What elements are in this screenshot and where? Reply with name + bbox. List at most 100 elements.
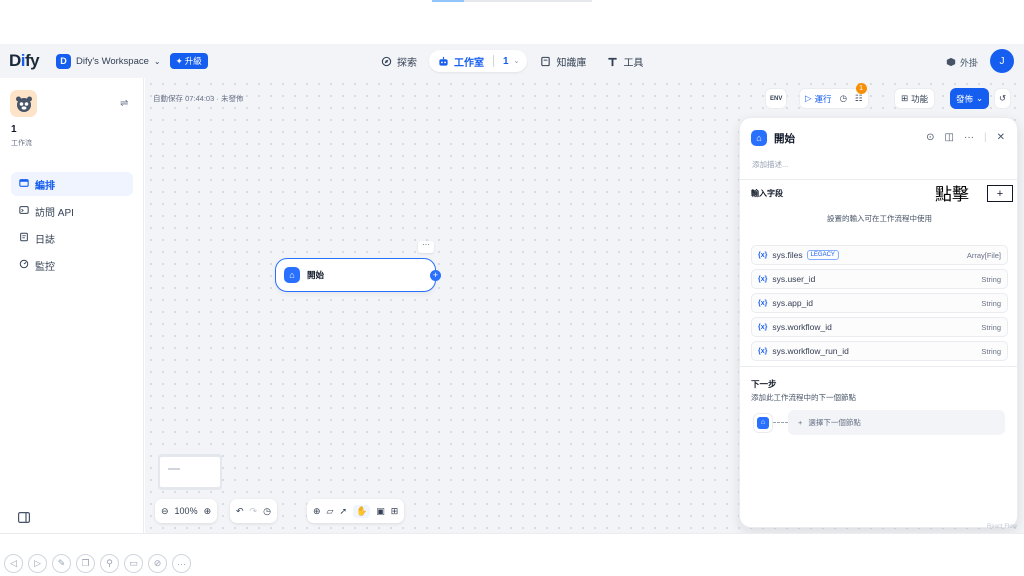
zoom-in-icon[interactable]: ⊕	[204, 506, 212, 517]
workspace-switcher[interactable]: D Dify's Workspace ⌄ ✦ 升級	[56, 53, 208, 69]
more-icon[interactable]: ···	[172, 554, 191, 573]
checklist-icon[interactable]: ☷	[855, 93, 863, 104]
chevron-down-icon: ⌄	[153, 56, 161, 66]
version-wrap: ↺	[994, 88, 1012, 109]
nav-knowledge[interactable]: 知識庫	[531, 50, 594, 72]
autosave-status: 自動保存 07:44:03 · 未發佈	[153, 94, 244, 103]
nav-knowledge-label: 知識庫	[556, 57, 587, 69]
zoom-level[interactable]: 100%	[175, 506, 198, 516]
sidebar-item-logs[interactable]: 日誌	[11, 226, 133, 250]
bottom-bar: ◁ ▷ ✎ ❐ ⚲ ▭ ⊘ ···	[0, 533, 1024, 576]
grid-icon: ⊞	[901, 93, 909, 103]
terminal-icon	[19, 205, 29, 218]
variable-icon: {x}	[758, 323, 768, 331]
chevron-down-icon: ⌄	[513, 58, 520, 65]
app-icon	[10, 90, 37, 117]
toggle-sidebar-icon[interactable]: ⇌	[120, 98, 128, 109]
undo-icon[interactable]: ↶	[236, 506, 244, 517]
orchestrate-icon	[19, 178, 29, 191]
legacy-badge: LEGACY	[806, 250, 839, 260]
add-input-button[interactable]: +	[987, 185, 1013, 202]
export-image-icon[interactable]: ▣	[376, 506, 385, 517]
features-wrap: ⊞ 功能	[894, 88, 936, 109]
node-config-panel: ⌂ 開始 ⊙ ◫ ··· | ✕ 添加描述... 輸入字段 點擊 + 設置的輸入…	[739, 117, 1018, 528]
publish-button[interactable]: 發佈 ⌄	[950, 88, 990, 109]
plugins-button[interactable]: 外掛	[946, 56, 978, 69]
no-video-icon[interactable]: ⊘	[148, 554, 167, 573]
nav-explore[interactable]: 探索	[372, 50, 425, 72]
run-step-icon[interactable]: ⊙	[926, 132, 934, 143]
user-avatar[interactable]: J	[990, 49, 1014, 73]
nav-tools[interactable]: 工具	[598, 50, 651, 72]
forward-icon[interactable]: ▷	[28, 554, 47, 573]
react-flow-attribution: React Flow	[987, 524, 1018, 530]
browser-top-strip	[0, 0, 1024, 44]
pointer-icon[interactable]: ➚	[339, 506, 347, 517]
redo-icon[interactable]: ↷	[250, 506, 258, 517]
variable-name: sys.files	[772, 250, 803, 260]
sidebar-expand-icon[interactable]	[18, 512, 31, 526]
sidebar-item-orchestrate[interactable]: 編排	[11, 172, 133, 196]
upgrade-button[interactable]: ✦ 升級	[169, 53, 208, 69]
copy-icon[interactable]: ❐	[76, 554, 95, 573]
hammer-icon	[606, 55, 618, 67]
sidebar-item-label: 編排	[35, 180, 55, 192]
run-button[interactable]: ▷ 運行	[805, 93, 832, 105]
variable-name: sys.workflow_id	[772, 322, 832, 332]
add-block-icon[interactable]: ⊕	[313, 506, 321, 517]
variable-type: String	[981, 346, 1001, 356]
zoom-out-icon[interactable]: ⊖	[161, 506, 169, 517]
sidebar-item-label: 訪問 API	[35, 207, 74, 219]
help-book-icon[interactable]: ◫	[945, 132, 954, 143]
pen-icon[interactable]: ✎	[52, 554, 71, 573]
variable-row: {x} sys.workflow_id String	[751, 317, 1008, 337]
variable-row: {x} sys.files LEGACY Array[File]	[751, 245, 1008, 265]
caption-icon[interactable]: ▭	[124, 554, 143, 573]
plus-icon: +	[798, 418, 803, 427]
nav-studio[interactable]: 工作室 1 ⌄	[429, 50, 528, 72]
variable-type: Array[File]	[966, 250, 1001, 260]
env-button[interactable]: ENV	[765, 88, 788, 109]
run-group: ▷ 運行 ◷ ☷ 1	[799, 83, 869, 109]
back-icon[interactable]: ◁	[4, 554, 23, 573]
next-step-title: 下一步	[751, 379, 777, 389]
version-history-button[interactable]: ↺	[994, 88, 1012, 109]
history-icon[interactable]: ◷	[263, 506, 271, 517]
variable-name: sys.workflow_run_id	[772, 346, 849, 356]
description-input[interactable]: 添加描述...	[752, 159, 788, 170]
studio-app-selector[interactable]: 1	[503, 56, 509, 67]
panel-title[interactable]: 開始	[774, 131, 795, 146]
history-icon[interactable]: ◷	[840, 93, 847, 104]
hand-icon[interactable]: ✋	[353, 504, 371, 518]
sidebar-menu: 編排 訪問 API 日誌 監控	[11, 172, 133, 280]
sparkle-icon: ✦	[175, 55, 183, 66]
node-more-button[interactable]: ···	[418, 241, 434, 253]
canvas-tools: ⊕ ▱ ➚ ✋ ▣ ⊞	[307, 499, 405, 523]
panel-divider	[740, 179, 1017, 180]
features-button[interactable]: ⊞ 功能	[894, 88, 936, 109]
run-label: 運行	[814, 93, 832, 104]
nav-explore-label: 探索	[397, 57, 417, 69]
home-icon: ⌂	[751, 130, 767, 146]
click-annotation: 點擊	[935, 185, 969, 205]
zoom-icon[interactable]: ⚲	[100, 554, 119, 573]
variable-row: {x} sys.user_id String	[751, 269, 1008, 289]
close-icon[interactable]: ✕	[997, 132, 1005, 143]
note-icon[interactable]: ▱	[327, 506, 334, 517]
minimap[interactable]	[158, 454, 222, 490]
panel-action-divider: |	[984, 132, 987, 143]
publish-wrap: 發佈 ⌄	[950, 88, 990, 109]
select-next-node-button[interactable]: + 選擇下一個節點	[788, 410, 1005, 435]
connector-line	[773, 422, 788, 423]
sidebar-item-api[interactable]: 訪問 API	[11, 199, 133, 223]
start-node[interactable]: ⌂ 開始 +	[275, 258, 441, 292]
minimap-viewport	[160, 457, 220, 487]
main-nav: 探索 工作室 1 ⌄ 知識庫 工具	[372, 50, 651, 72]
sidebar-item-monitor[interactable]: 監控	[11, 253, 133, 277]
dify-logo[interactable]: Dify	[9, 51, 40, 71]
variable-type: String	[981, 274, 1001, 284]
env-label: ENV	[770, 95, 783, 102]
layout-icon[interactable]: ⊞	[391, 506, 399, 517]
add-node-handle[interactable]: +	[430, 270, 441, 281]
more-icon[interactable]: ···	[964, 132, 974, 143]
